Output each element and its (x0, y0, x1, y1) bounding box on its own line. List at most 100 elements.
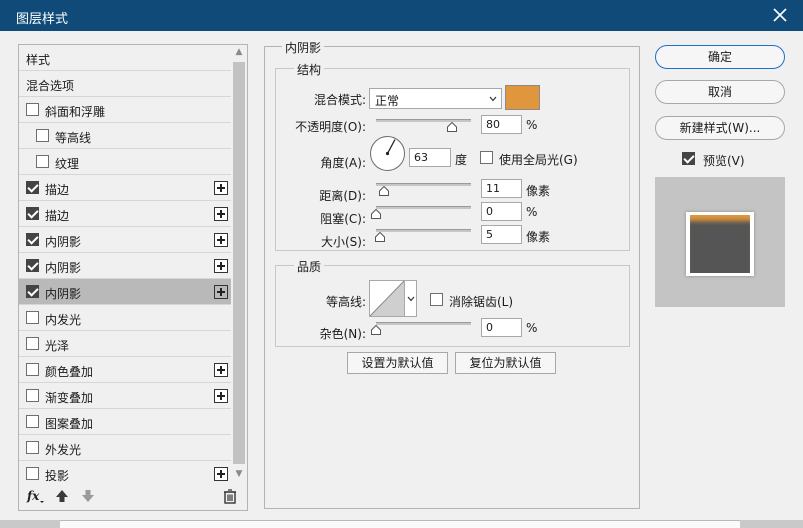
list-item-checkbox[interactable] (26, 467, 39, 480)
list-item-label: 外发光 (45, 443, 82, 457)
list-item-checkbox[interactable] (26, 363, 39, 376)
scroll-thumb[interactable] (233, 62, 245, 464)
style-preview (655, 177, 785, 307)
list-item[interactable]: 内阴影 (19, 227, 231, 253)
add-effect-plus-icon[interactable] (214, 389, 228, 403)
list-item-checkbox[interactable] (26, 441, 39, 454)
list-item[interactable]: 颜色叠加 (19, 357, 231, 383)
move-up-icon[interactable] (54, 488, 70, 504)
reset-default-button[interactable]: 复位为默认值 (455, 352, 556, 374)
list-item-label: 样式 (26, 53, 51, 67)
noise-input[interactable]: 0 (481, 318, 522, 337)
list-item[interactable]: 样式 (19, 45, 231, 71)
angle-dial[interactable] (370, 136, 405, 171)
list-item[interactable]: 内发光 (19, 305, 231, 331)
add-effect-plus-icon[interactable] (214, 467, 228, 481)
style-list-panel: 样式 混合选项 斜面和浮雕 等高线 纹理 描边 描边 内阴影 内阴影 内阴影 内发光 光泽 颜色叠加 渐变… (18, 44, 248, 511)
list-item-checkbox[interactable] (26, 285, 39, 298)
list-item-label: 内发光 (45, 313, 82, 327)
add-effect-plus-icon[interactable] (214, 285, 228, 299)
list-item[interactable]: 内阴影 (19, 279, 231, 305)
list-item-checkbox[interactable] (26, 415, 39, 428)
list-item[interactable]: 投影 (19, 461, 231, 483)
list-item-label: 纹理 (55, 157, 80, 171)
list-item-checkbox[interactable] (26, 181, 39, 194)
distance-slider[interactable] (376, 183, 471, 186)
quality-group: 品质 等高线: 消除锯齿(L) 杂色(N): 0 % (275, 258, 630, 347)
distance-input[interactable]: 11 (481, 179, 522, 198)
list-item[interactable]: 等高线 (19, 123, 231, 149)
global-light-checkbox[interactable] (480, 151, 493, 164)
list-item[interactable]: 光泽 (19, 331, 231, 357)
list-item-checkbox[interactable] (26, 103, 39, 116)
opacity-slider-knob[interactable] (447, 122, 457, 132)
size-slider-knob[interactable] (375, 232, 385, 242)
preview-swatch (690, 215, 750, 273)
opacity-input[interactable]: 80 (481, 115, 522, 134)
inner-shadow-panel: 内阴影 结构 混合模式: 正常 不透明度(O): 80 % 角度(A): 63 … (264, 39, 640, 509)
distance-slider-knob[interactable] (379, 186, 389, 196)
preview-checkbox[interactable] (682, 152, 695, 165)
cancel-button[interactable]: 取消 (655, 80, 785, 104)
noise-slider-knob[interactable] (371, 325, 381, 335)
background-window-strip (0, 520, 803, 528)
list-item[interactable]: 描边 (19, 175, 231, 201)
angle-unit: 度 (455, 153, 468, 167)
antialias-label: 消除锯齿(L) (449, 295, 514, 309)
choke-slider-knob[interactable] (371, 209, 381, 219)
list-item-label: 光泽 (45, 339, 70, 353)
list-item-label: 内阴影 (45, 261, 82, 275)
list-item[interactable]: 描边 (19, 201, 231, 227)
add-effect-plus-icon[interactable] (214, 259, 228, 273)
structure-title: 结构 (294, 61, 325, 78)
ok-button[interactable]: 确定 (655, 45, 785, 69)
list-item-checkbox[interactable] (26, 233, 39, 246)
list-item-label: 斜面和浮雕 (45, 105, 106, 119)
list-item-label: 内阴影 (45, 287, 82, 301)
list-item[interactable]: 内阴影 (19, 253, 231, 279)
shadow-color-swatch[interactable] (505, 85, 540, 110)
set-default-button[interactable]: 设置为默认值 (347, 352, 448, 374)
fx-icon[interactable]: fx (26, 488, 46, 504)
contour-picker[interactable] (369, 280, 417, 317)
angle-input[interactable]: 63 (409, 148, 451, 167)
size-input[interactable]: 5 (481, 225, 522, 244)
add-effect-plus-icon[interactable] (214, 207, 228, 221)
noise-label: 杂色(N): (319, 327, 366, 341)
list-item-checkbox[interactable] (26, 337, 39, 350)
add-effect-plus-icon[interactable] (214, 233, 228, 247)
list-item-label: 等高线 (55, 131, 92, 145)
trash-icon[interactable] (222, 488, 238, 504)
list-item-checkbox[interactable] (36, 155, 49, 168)
list-item[interactable]: 图案叠加 (19, 409, 231, 435)
list-item-checkbox[interactable] (26, 207, 39, 220)
linear-contour-icon (370, 281, 404, 316)
choke-slider[interactable] (376, 206, 471, 209)
list-item-checkbox[interactable] (26, 259, 39, 272)
add-effect-plus-icon[interactable] (214, 363, 228, 377)
noise-slider[interactable] (376, 322, 471, 325)
scroll-down-arrow-icon[interactable]: ▼ (231, 467, 247, 481)
list-item-checkbox[interactable] (26, 311, 39, 324)
add-effect-plus-icon[interactable] (214, 181, 228, 195)
list-item[interactable]: 渐变叠加 (19, 383, 231, 409)
scroll-up-arrow-icon[interactable]: ▲ (231, 45, 247, 59)
list-item-checkbox[interactable] (26, 389, 39, 402)
list-item-label: 描边 (45, 209, 70, 223)
contour-dropdown[interactable] (404, 281, 416, 316)
blend-mode-value: 正常 (375, 94, 400, 108)
antialias-checkbox[interactable] (430, 293, 443, 306)
close-icon[interactable] (771, 6, 789, 24)
list-item[interactable]: 斜面和浮雕 (19, 97, 231, 123)
list-scrollbar[interactable]: ▲ ▼ (231, 45, 247, 483)
blend-mode-select[interactable]: 正常 (369, 88, 502, 109)
move-down-icon[interactable] (80, 488, 96, 504)
size-slider[interactable] (376, 229, 471, 232)
choke-input[interactable]: 0 (481, 202, 522, 221)
list-item[interactable]: 纹理 (19, 149, 231, 175)
list-item[interactable]: 外发光 (19, 435, 231, 461)
list-item[interactable]: 混合选项 (19, 71, 231, 97)
new-style-button[interactable]: 新建样式(W)... (655, 116, 785, 140)
list-item-checkbox[interactable] (36, 129, 49, 142)
chevron-down-icon (407, 296, 415, 302)
